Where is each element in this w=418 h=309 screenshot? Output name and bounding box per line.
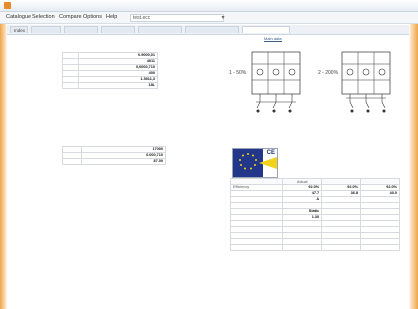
cell — [360, 244, 400, 251]
row-value: 87.00 — [81, 158, 166, 165]
row-value: 18L — [78, 82, 158, 89]
erp-label-icon: CE — [232, 148, 278, 178]
diagram-right-label: 2 - 200% — [318, 70, 339, 76]
file-selector[interactable]: test.ecc — [130, 14, 224, 22]
sub-tab-bar: Main data — [7, 36, 409, 42]
tab-index[interactable]: Index — [10, 26, 28, 33]
chevron-down-icon[interactable]: ▾ — [219, 14, 227, 22]
application-window: Catalogue Selection Compare Options Help… — [0, 0, 418, 309]
menu-bar: Catalogue Selection Compare Options Help… — [0, 12, 418, 24]
row-label — [61, 158, 83, 165]
menu-catalogue[interactable]: Catalogue — [6, 14, 31, 20]
tab-5[interactable] — [138, 26, 182, 33]
tab-6[interactable] — [185, 26, 239, 33]
properties-table: 0.9000,01 4011 0,0000,710 400 1.5011,3 1… — [61, 52, 158, 89]
row-label — [61, 82, 80, 89]
wiring-diagram-right — [341, 51, 391, 113]
subtab-main-data[interactable]: Main data — [264, 36, 282, 42]
table-row — [229, 244, 400, 251]
title-bar — [0, 0, 418, 12]
window-frame-left — [0, 24, 7, 309]
menu-selection[interactable]: Selection — [32, 14, 55, 20]
ce-mark: CE — [266, 150, 275, 156]
diagram-left-label: 1 - 50% — [229, 70, 247, 76]
tab-2[interactable] — [31, 26, 61, 33]
table-row: 87.00 — [61, 158, 166, 165]
performance-table: 17000 0.000,710 87.00 — [61, 146, 166, 165]
tab-3[interactable] — [64, 26, 98, 33]
menu-options[interactable]: Options — [83, 14, 102, 20]
window-frame-right — [409, 24, 418, 309]
row-label — [229, 244, 284, 251]
app-logo-icon — [4, 2, 11, 9]
table-row: 18L — [61, 82, 158, 89]
efficiency-table: Actual Efficiency 92.0% 92.0% 92.0% 47.7 36.… — [229, 178, 400, 251]
document-tab-bar: Index — [7, 25, 409, 35]
menu-help[interactable]: Help — [106, 14, 117, 20]
wiring-diagram-left — [251, 51, 301, 113]
menu-compare[interactable]: Compare — [59, 14, 82, 20]
tab-4[interactable] — [101, 26, 135, 33]
cell — [321, 244, 362, 251]
cell — [282, 244, 323, 251]
tab-active[interactable] — [242, 26, 290, 33]
